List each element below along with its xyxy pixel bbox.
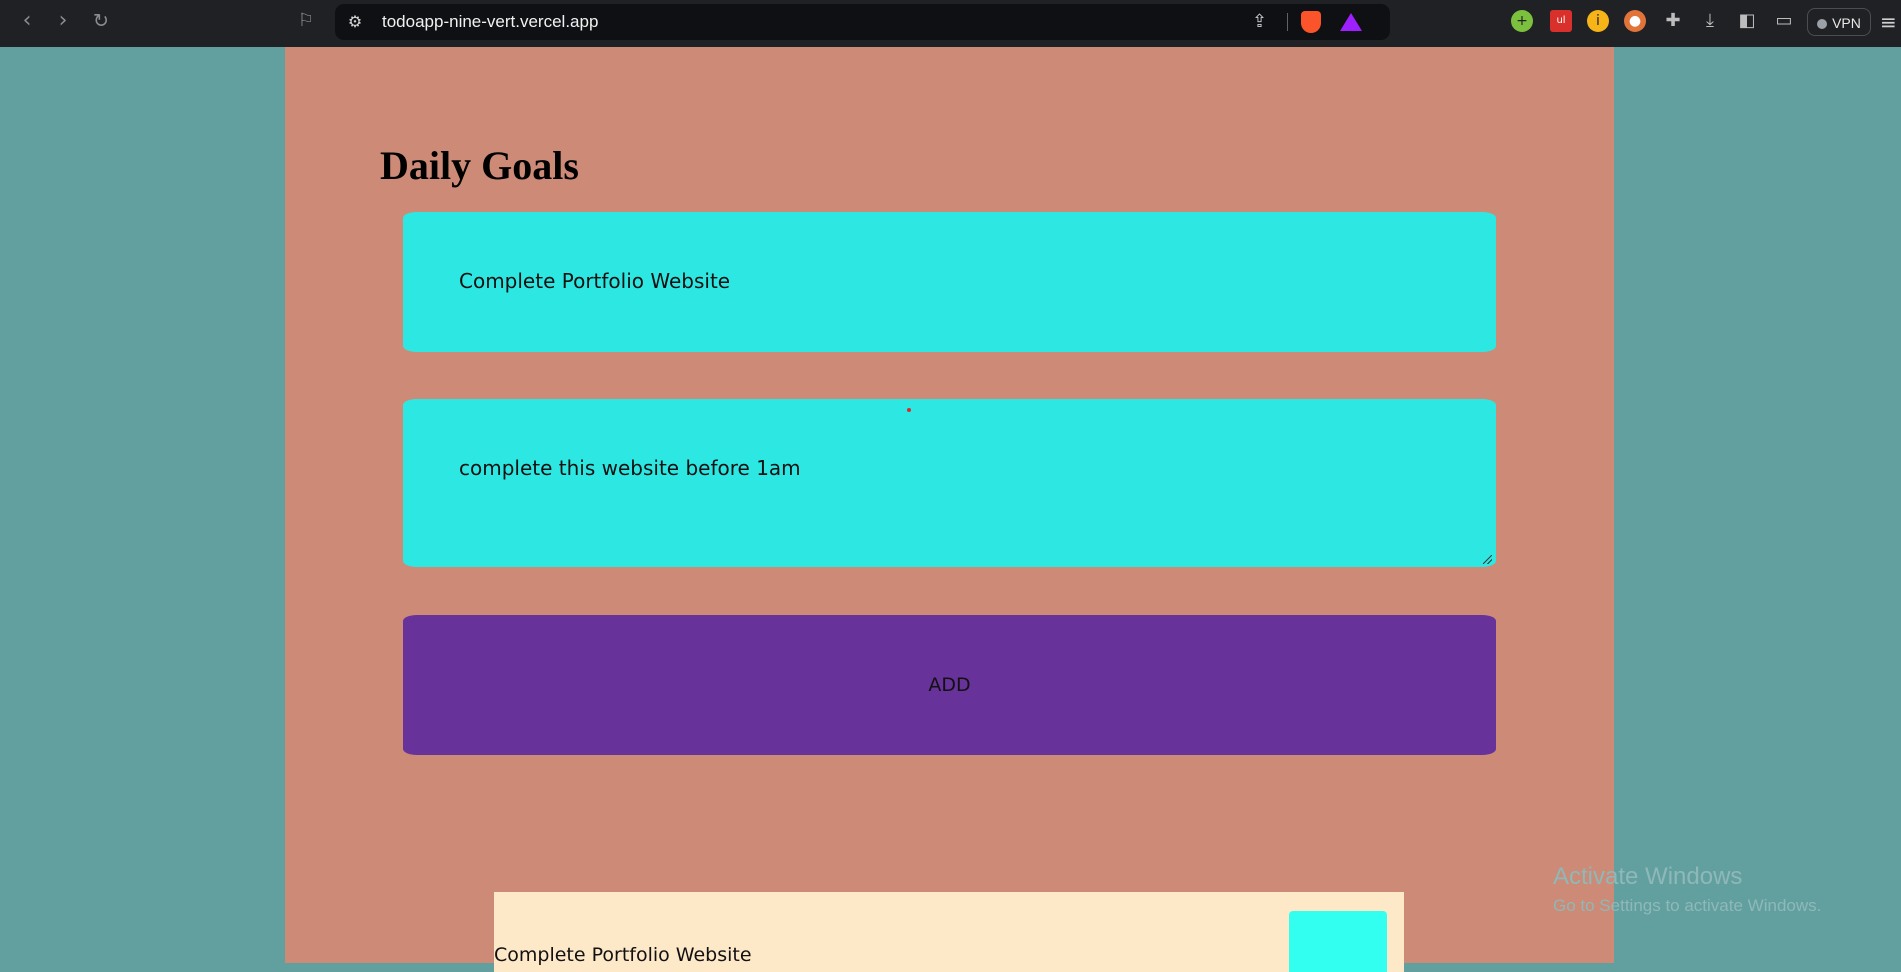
sidebar-icon[interactable]: ◧ (1735, 9, 1759, 33)
downloads-icon[interactable]: ⤓ (1698, 9, 1722, 33)
extensions-icon[interactable]: ✚ (1661, 9, 1685, 33)
ext-orange-cookie-icon[interactable]: ● (1624, 10, 1646, 32)
ext-green-plus-icon[interactable]: + (1511, 10, 1533, 32)
goal-description-value: complete this website before 1am (459, 456, 801, 480)
ext-red-square-icon[interactable]: ul (1550, 10, 1572, 32)
vpn-label: VPN (1832, 15, 1861, 31)
watermark-subtitle: Go to Settings to activate Windows. (1553, 896, 1822, 915)
back-icon[interactable]: ‹ (12, 8, 42, 34)
cursor-dot (907, 408, 911, 412)
share-icon[interactable]: ⇪ (1252, 11, 1267, 32)
resize-handle-icon[interactable] (1483, 555, 1492, 564)
vpn-button[interactable]: VPN (1807, 8, 1871, 36)
address-bar[interactable]: ⚙ todoapp-nine-vert.vercel.app ⇪ (335, 4, 1390, 40)
add-button[interactable]: ADD (403, 615, 1496, 755)
reload-icon[interactable]: ↻ (86, 8, 116, 34)
page-title: Daily Goals (380, 143, 579, 188)
brave-rewards-icon[interactable] (1340, 13, 1362, 31)
goal-title-value: Complete Portfolio Website (459, 269, 731, 293)
bookmark-icon[interactable]: ⚐ (291, 8, 321, 34)
brave-shields-icon[interactable] (1301, 11, 1321, 33)
ext-yellow-info-icon[interactable]: i (1587, 10, 1609, 32)
goal-description-textarea[interactable]: complete this website before 1am (403, 399, 1496, 567)
todo-app: Daily Goals Complete Portfolio Website c… (285, 47, 1614, 972)
wallet-icon[interactable]: ▭ (1772, 9, 1796, 33)
menu-icon[interactable]: ≡ (1880, 10, 1897, 34)
site-settings-icon[interactable]: ⚙ (345, 12, 365, 32)
divider (1287, 13, 1288, 31)
url-text[interactable]: todoapp-nine-vert.vercel.app (382, 12, 598, 32)
windows-activation-watermark: Activate Windows Go to Settings to activ… (1553, 863, 1821, 916)
goal-card: Complete Portfolio Website (494, 892, 1404, 972)
browser-toolbar: ‹ › ↻ ⚐ ⚙ todoapp-nine-vert.vercel.app ⇪… (0, 0, 1901, 47)
watermark-title: Activate Windows (1553, 863, 1743, 890)
forward-icon[interactable]: › (48, 8, 78, 34)
goal-title-input[interactable]: Complete Portfolio Website (403, 212, 1496, 352)
vpn-status-icon (1817, 19, 1828, 29)
